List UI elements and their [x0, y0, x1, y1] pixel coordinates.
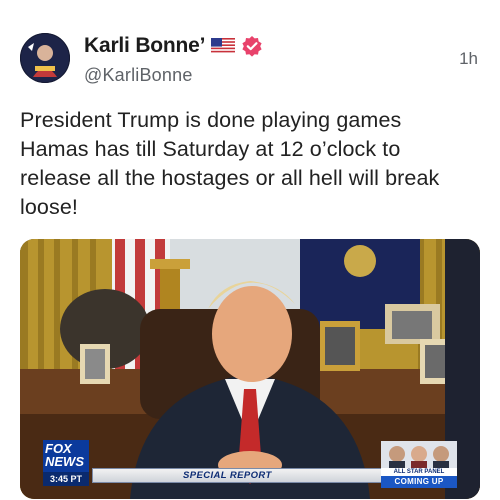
author-handle[interactable]: @KarliBonne: [84, 65, 480, 86]
panel-label: ALL STAR PANEL: [381, 468, 457, 476]
avatar-image: [20, 33, 70, 83]
panel-preview: [381, 441, 457, 471]
verified-badge-icon: [241, 35, 263, 57]
author-name[interactable]: Karli Bonne’: [84, 34, 205, 58]
avatar[interactable]: [20, 33, 70, 83]
post-timestamp[interactable]: 1h: [459, 49, 478, 69]
author-block: Karli Bonne’ @KarliBonne: [84, 33, 480, 86]
post-text: President Trump is done playing games Ha…: [20, 106, 475, 222]
broadcast-time: 3:45 PT: [43, 472, 89, 486]
post-card[interactable]: Karli Bonne’ @KarliBonne 1h President Tr…: [0, 0, 500, 500]
fox-news-logo-text: FOX NEWS: [45, 441, 84, 469]
ticker-label: SPECIAL REPORT: [183, 470, 272, 481]
post-text-line: release all the hostages or all hell wil…: [20, 166, 440, 190]
post-text-line: loose!: [20, 195, 78, 219]
post-text-line: Hamas has till Saturday at 12 o’clock to: [20, 137, 401, 161]
us-flag-icon: [211, 38, 236, 54]
coming-up-label: COMING UP: [381, 476, 457, 488]
post-text-line: President Trump is done playing games: [20, 108, 402, 132]
post-media-image[interactable]: FOX NEWS 3:45 PT SPECIAL REPORT ALL STAR…: [20, 239, 480, 499]
news-ticker-bar: SPECIAL REPORT: [92, 468, 382, 483]
